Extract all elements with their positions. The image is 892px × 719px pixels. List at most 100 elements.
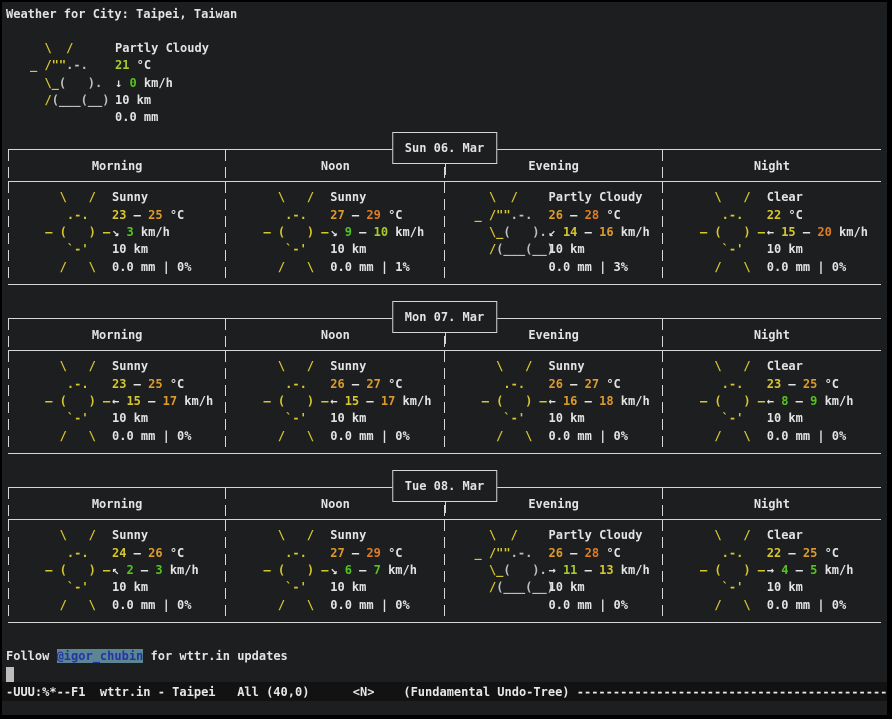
text-segment: km/h [137,76,173,90]
forecast-day: Mon 07. MarMorningNoonEveningNight \ / .… [8,301,881,453]
twitter-handle-link[interactable]: @igor_chubin [57,649,144,663]
weather-cell: \ / .-. ‒ ( ) ‒ `-' / \Clear23 – 25 °C← … [663,351,881,452]
text-segment: km/h [381,563,417,577]
text-segment: 9 [345,225,352,239]
text-segment: ↖ [112,563,126,577]
text-segment: 25 [803,546,817,560]
text-segment: °C [381,208,403,222]
weather-cell-line: 10 km [767,241,868,258]
weather-cell-line: 0.0 mm | 0% [767,597,854,614]
text-segment: 0.0 mm | 0% [330,598,409,612]
text-segment: 11 [563,563,577,577]
text-segment: ‒ ( ) ‒ [693,394,765,408]
text-segment: Sunny [549,359,585,373]
text-segment: `-' [256,242,307,256]
text-segment: _ /"" [475,208,511,222]
weather-cell-line: 10 km [112,241,191,258]
weather-cell-line: 0.0 mm | 0% [330,428,431,445]
text-segment: – [781,377,803,391]
text-segment: .-. [693,546,744,560]
text-segment: `-' [38,411,89,425]
weather-cell-line: ↖ 2 – 3 km/h [112,562,199,579]
text-segment: 27 [330,208,344,222]
weather-cell-line: 23 – 25 °C [112,376,213,393]
date-box-connector [445,333,446,351]
text-segment: 17 [163,394,177,408]
text-segment: .-. [66,58,88,72]
weather-cell: \ / .-. ‒ ( ) ‒ `-' / \Sunny23 – 25 °C↘ … [8,182,226,283]
text-segment: km/h [817,563,853,577]
text-segment: km/h [817,394,853,408]
text-segment: Clear [767,528,803,542]
text-segment: \ / [475,190,518,204]
text-segment: \ / [693,359,751,373]
weather-cell-line: Partly Cloudy [549,527,650,544]
sunny-icon: \ / .-. ‒ ( ) ‒ `-' / \ [663,358,767,444]
text-segment: .-. [693,377,744,391]
sunny-icon: \ / .-. ‒ ( ) ‒ `-' / \ [226,358,330,444]
text-segment: Sunny [330,528,366,542]
text-segment: ↓ [115,76,129,90]
text-segment: \ / [38,359,96,373]
text-segment: .-. [511,546,533,560]
text-segment: .-. [38,546,89,560]
text-segment: °C [599,377,621,391]
weather-cell-line: 10 km [112,410,213,427]
weather-cell-text: Sunny27 – 29 °C↘ 6 – 7 km/h10 km0.0 mm |… [330,527,417,613]
weather-cell-line: ↘ 3 km/h [112,224,191,241]
page-title: Weather for City: Taipei, Taiwan [6,6,887,23]
weather-cell-line: ← 15 – 17 km/h [330,393,431,410]
text-segment: 22 [767,546,781,560]
period-header: Night [663,150,881,181]
text-segment: °C [599,546,621,560]
text-segment: Partly Cloudy [549,528,643,542]
text-segment: – [788,394,810,408]
current-line: 10 km [115,92,209,109]
text-segment: ‒ ( ) ‒ [256,563,328,577]
text-segment: 23 [767,377,781,391]
text-segment: / [475,242,497,256]
text-segment: ↙ [549,225,563,239]
text-segment: ↘ [330,225,344,239]
weather-cell-line: 10 km [330,579,417,596]
text-segment: \ / [38,190,96,204]
weather-cell: \ / .-. ‒ ( ) ‒ `-' / \Sunny27 – 29 °C↘ … [226,520,444,621]
current-conditions-text: Partly Cloudy21 °C↓ 0 km/h10 km0.0 mm [115,40,209,126]
text-segment: km/h [395,394,431,408]
weather-cell: \ /_ /"".-. \_( ). /(___(__)Partly Cloud… [445,520,663,621]
text-segment: km/h [388,225,424,239]
weather-cell-line: 0.0 mm | 0% [330,597,417,614]
text-segment: °C [129,58,151,72]
text-segment: ( ). [503,225,546,239]
text-segment: km/h [832,225,868,239]
text-segment: .-. [693,208,744,222]
text-segment: ‒ ( ) ‒ [38,563,110,577]
text-segment: ‒ ( ) ‒ [256,225,328,239]
text-segment: km/h [614,394,650,408]
text-segment: ( ). [59,76,102,90]
footer-suffix: for wttr.in updates [143,649,288,663]
text-segment: °C [163,208,185,222]
weather-cell-line: Sunny [112,358,213,375]
text-segment: ‒ ( ) ‒ [475,394,547,408]
text-segment: ‒ ( ) ‒ [38,225,110,239]
date-box-connector [445,502,446,520]
text-segment: ← [112,394,126,408]
text-segment: 0.0 mm | 0% [112,429,191,443]
text-segment: 10 km [549,411,585,425]
text-segment: / \ [256,429,314,443]
period-header: Morning [8,150,226,181]
text-segment: / [30,93,52,107]
weather-cell-line: Clear [767,527,854,544]
sunny-icon: \ / .-. ‒ ( ) ‒ `-' / \ [8,189,112,275]
text-segment: 10 km [112,411,148,425]
period-header: Morning [8,319,226,350]
weather-cell-text: Sunny23 – 25 °C↘ 3 km/h10 km0.0 mm | 0% [112,189,191,275]
weather-cell: \ / .-. ‒ ( ) ‒ `-' / \Sunny26 – 27 °C← … [226,351,444,452]
text-segment: \ / [693,528,751,542]
weather-cell-line: 10 km [112,579,199,596]
text-segment: ← [767,394,781,408]
weather-cell-text: Clear23 – 25 °C← 8 – 9 km/h10 km0.0 mm |… [767,358,854,444]
text-segment: 18 [599,394,613,408]
text-segment: ↘ [112,225,126,239]
